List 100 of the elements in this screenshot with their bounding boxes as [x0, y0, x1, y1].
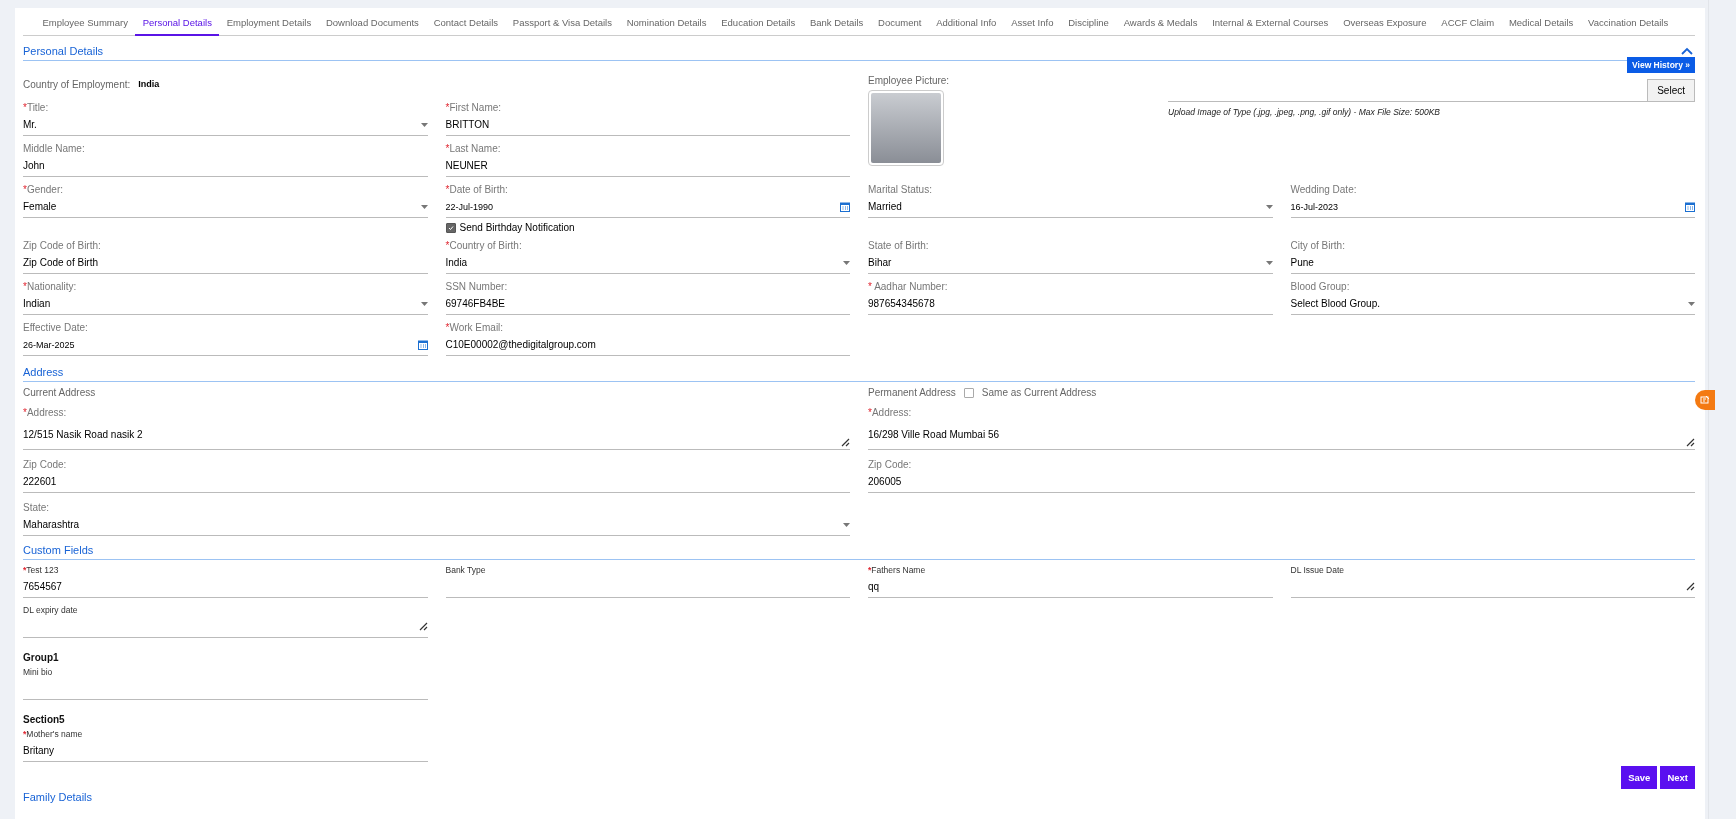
- input-field[interactable]: NEUNER: [445, 157, 850, 177]
- tab[interactable]: Education Details: [713, 8, 803, 36]
- tab[interactable]: Nomination Details: [619, 8, 714, 36]
- select-button[interactable]: Select: [1647, 79, 1695, 102]
- field-label: DL Issue Date: [1290, 565, 1346, 575]
- field-label: *Work Email:: [445, 322, 505, 333]
- field-label: State:: [23, 502, 51, 513]
- action-button[interactable]: Next: [1660, 766, 1695, 789]
- select-field[interactable]: Married: [868, 198, 1273, 218]
- calendar-icon[interactable]: [417, 339, 428, 350]
- checkbox-label: Same as Current Address: [981, 387, 1097, 398]
- input-field[interactable]: C10E00002@thedigitalgroup.com: [445, 336, 850, 356]
- caret-icon: [420, 301, 428, 306]
- field-label: *Fathers Name: [868, 565, 927, 575]
- input-field[interactable]: Pune: [1290, 254, 1695, 274]
- tab[interactable]: ACCF Claim: [1433, 8, 1502, 36]
- field-label: *Title:: [23, 102, 50, 113]
- input-field[interactable]: BRITTON: [445, 116, 850, 136]
- field-label: Zip Code:: [868, 459, 913, 470]
- tab[interactable]: Download Documents: [318, 8, 427, 36]
- section-title: Family Details: [23, 791, 93, 803]
- tab[interactable]: Discipline: [1060, 8, 1117, 36]
- date-field[interactable]: 16-Jul-2023: [1290, 198, 1695, 218]
- tab[interactable]: Document: [870, 8, 929, 36]
- input-field[interactable]: John: [23, 157, 428, 177]
- text-area[interactable]: 16/298 Ville Road Mumbai 56: [868, 421, 1695, 450]
- field-label: City of Birth:: [1290, 240, 1346, 251]
- feedback-icon[interactable]: [1695, 390, 1715, 410]
- action-button[interactable]: Save: [1621, 766, 1658, 789]
- field-label: Middle Name:: [23, 143, 86, 154]
- section-title: Address: [23, 366, 64, 378]
- select-field[interactable]: Indian: [23, 295, 428, 315]
- select-field[interactable]: Mr.: [23, 116, 428, 136]
- resize-handle-icon[interactable]: [418, 622, 428, 631]
- date-field[interactable]: 22-Jul-1990: [445, 198, 850, 218]
- resize-handle-icon[interactable]: [841, 438, 850, 447]
- tab[interactable]: Passport & Visa Details: [505, 8, 620, 36]
- tab[interactable]: Personal Details: [135, 8, 220, 36]
- tab[interactable]: Bank Details: [802, 8, 871, 36]
- tab[interactable]: Contact Details: [426, 8, 506, 36]
- field-label: Zip Code of Birth:: [23, 240, 102, 251]
- resize-handle-icon[interactable]: [1686, 438, 1695, 447]
- tab[interactable]: Internal & External Courses: [1204, 8, 1336, 36]
- address-caption: Permanent Address: [868, 387, 956, 398]
- input-field[interactable]: Zip Code of Birth: [23, 254, 428, 274]
- select-field[interactable]: Bihar: [868, 254, 1273, 274]
- input-field[interactable]: 222601: [23, 473, 850, 493]
- tab[interactable]: Awards & Medals: [1116, 8, 1205, 36]
- field-label: Effective Date:: [23, 322, 89, 333]
- input-field[interactable]: Britany: [23, 742, 428, 762]
- input-field[interactable]: 7654567: [23, 578, 428, 598]
- tab[interactable]: Employment Details: [219, 8, 319, 36]
- select-field[interactable]: Maharashtra: [23, 516, 850, 536]
- field-label: DL expiry date: [23, 605, 79, 615]
- field-value: India: [138, 79, 160, 89]
- field-label: *First Name:: [445, 102, 503, 113]
- input-field[interactable]: 206005: [868, 473, 1695, 493]
- group-title: Group1: [23, 652, 60, 663]
- address-caption: Current Address: [23, 387, 97, 398]
- field-label: Wedding Date:: [1290, 184, 1358, 195]
- view-history-button[interactable]: View History »: [1627, 57, 1695, 73]
- tab[interactable]: Vaccination Details: [1580, 8, 1676, 36]
- caret-icon: [843, 522, 850, 527]
- field-label: *Country of Birth:: [445, 240, 523, 251]
- group-title: Section5: [23, 714, 66, 725]
- field-label: * Aadhar Number:: [868, 281, 949, 292]
- collapse-chevron-icon[interactable]: [1681, 47, 1693, 55]
- checkbox-label: Send Birthday Notification: [459, 222, 575, 233]
- caret-icon: [1265, 204, 1273, 209]
- field-label: State of Birth:: [868, 240, 930, 251]
- calendar-icon[interactable]: [840, 201, 850, 212]
- date-field[interactable]: 26-Mar-2025: [23, 336, 428, 356]
- select-field[interactable]: Female: [23, 198, 428, 218]
- caret-icon: [1688, 301, 1695, 306]
- checkbox[interactable]: [445, 222, 456, 233]
- tab[interactable]: Medical Details: [1501, 8, 1581, 36]
- field-label: *Gender:: [23, 184, 65, 195]
- select-field[interactable]: India: [445, 254, 850, 274]
- field-label: SSN Number:: [445, 281, 509, 292]
- calendar-icon[interactable]: [1685, 201, 1695, 212]
- text-area[interactable]: 12/515 Nasik Road nasik 2: [23, 421, 850, 450]
- section-title: Personal Details: [23, 45, 104, 57]
- tab[interactable]: Employee Summary: [35, 8, 136, 36]
- section-title: Custom Fields: [23, 544, 94, 556]
- field-label: *Mother's name: [23, 729, 84, 739]
- tab[interactable]: Asset Info: [1003, 8, 1061, 36]
- field-label: *Nationality:: [23, 281, 78, 292]
- select-field[interactable]: Select Blood Group.: [1290, 295, 1695, 315]
- field-label: Blood Group:: [1290, 281, 1351, 292]
- tab[interactable]: Additional Info: [928, 8, 1004, 36]
- field-label: Mini bio: [23, 667, 54, 677]
- field-label: Employee Picture:: [868, 75, 951, 86]
- field-label: *Date of Birth:: [445, 184, 509, 195]
- input-field[interactable]: 69746FB4BE: [445, 295, 850, 315]
- resize-handle-icon[interactable]: [1686, 582, 1695, 591]
- input-field[interactable]: qq: [868, 578, 1273, 598]
- tab[interactable]: Overseas Exposure: [1335, 8, 1434, 36]
- input-field[interactable]: 987654345678: [868, 295, 1273, 315]
- caret-icon: [420, 204, 428, 209]
- checkbox[interactable]: [963, 387, 974, 398]
